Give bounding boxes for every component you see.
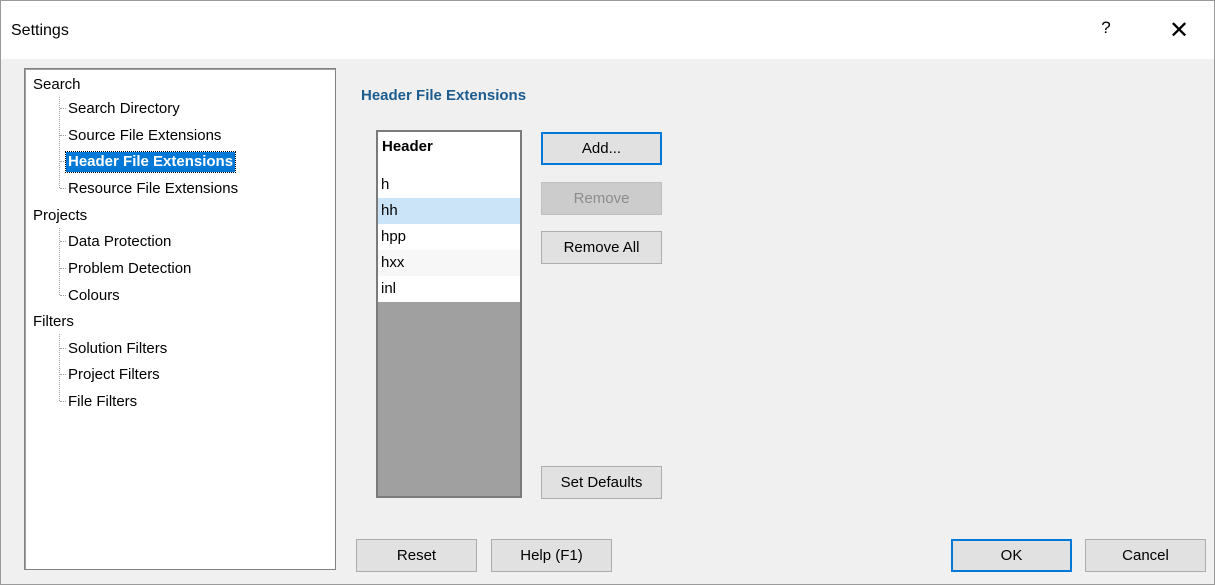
- reset-button[interactable]: Reset: [356, 539, 477, 572]
- list-item[interactable]: hh: [378, 198, 520, 224]
- set-defaults-button[interactable]: Set Defaults: [541, 466, 662, 499]
- settings-tree[interactable]: Search Search Directory Source File Exte…: [24, 68, 336, 570]
- tree-item-source-file-extensions[interactable]: Source File Extensions: [66, 126, 223, 146]
- list-item[interactable]: hxx: [378, 250, 520, 276]
- list-item[interactable]: h: [378, 172, 520, 198]
- list-item[interactable]: inl: [378, 276, 520, 302]
- list-header: Header: [378, 132, 520, 172]
- tree-item-project-filters[interactable]: Project Filters: [66, 365, 162, 385]
- help-button[interactable]: Help (F1): [491, 539, 612, 572]
- tree-item-header-file-extensions[interactable]: Header File Extensions: [64, 151, 237, 173]
- tree-item-data-protection[interactable]: Data Protection: [66, 232, 173, 252]
- tree-item-file-filters[interactable]: File Filters: [66, 392, 139, 412]
- tree-connector: [59, 97, 60, 188]
- tree-item-search[interactable]: Search: [33, 75, 81, 95]
- list-item[interactable]: hpp: [378, 224, 520, 250]
- title-bar[interactable]: Settings ? ✕: [1, 1, 1214, 59]
- tree-item-filters[interactable]: Filters: [33, 312, 74, 332]
- extensions-list[interactable]: Header h hh hpp hxx inl: [376, 130, 522, 498]
- remove-all-button[interactable]: Remove All: [541, 231, 662, 264]
- settings-dialog: Settings ? ✕ Search Search Directory Sou…: [0, 0, 1215, 585]
- close-icon[interactable]: ✕: [1159, 13, 1199, 49]
- remove-button[interactable]: Remove: [541, 182, 662, 215]
- help-icon[interactable]: ?: [1096, 18, 1116, 42]
- ok-button[interactable]: OK: [951, 539, 1072, 572]
- tree-item-resource-file-extensions[interactable]: Resource File Extensions: [66, 179, 240, 199]
- tree-connector: [59, 334, 60, 401]
- cancel-button[interactable]: Cancel: [1085, 539, 1206, 572]
- tree-item-projects[interactable]: Projects: [33, 206, 87, 226]
- tree-item-problem-detection[interactable]: Problem Detection: [66, 259, 193, 279]
- tree-item-search-directory[interactable]: Search Directory: [66, 99, 182, 119]
- tree-connector: [59, 228, 60, 295]
- tree-item-colours[interactable]: Colours: [66, 286, 122, 306]
- tree-item-solution-filters[interactable]: Solution Filters: [66, 339, 169, 359]
- window-title: Settings: [11, 22, 69, 39]
- add-button[interactable]: Add...: [541, 132, 662, 165]
- section-title: Header File Extensions: [361, 87, 527, 104]
